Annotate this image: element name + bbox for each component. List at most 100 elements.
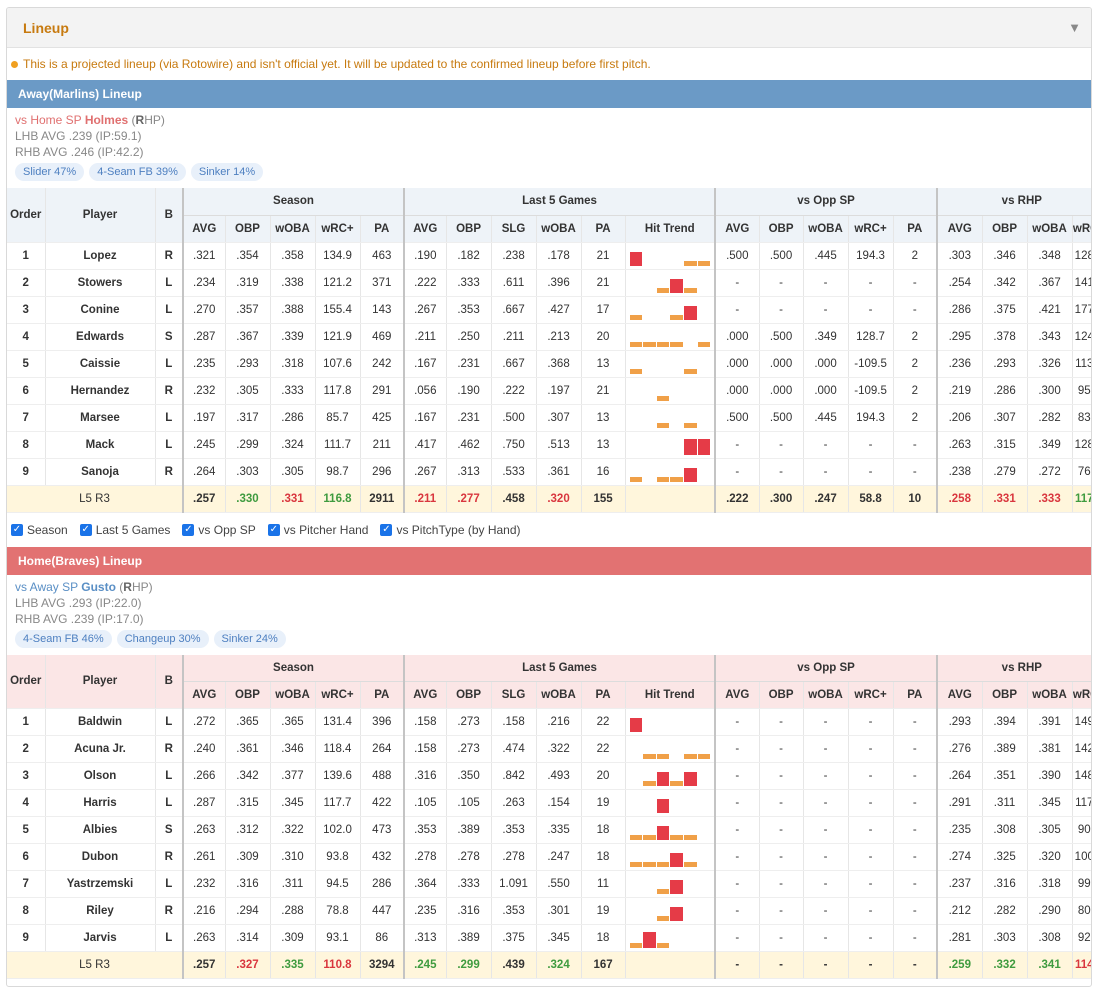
column-toggle-checkbox[interactable]: ✓ vs PitchType (by Hand) [380, 523, 521, 537]
triangle-down-icon[interactable]: ▼ [1068, 20, 1081, 35]
player-name[interactable]: Sanoja [45, 458, 156, 486]
player-row[interactable]: 6 Dubon R .261.309.310 93.8 432.278.278.278.2… [7, 843, 1091, 871]
player-name[interactable]: Caissie [45, 350, 156, 378]
player-name[interactable]: Lopez [45, 242, 156, 270]
vs-opp-sp-stat: - [759, 735, 804, 763]
player-row[interactable]: 3 Conine L .270.357.388 155.4 143.267.353.667… [7, 296, 1091, 324]
vs-rhp-stat: 95.3 [1072, 377, 1091, 405]
hit-trend-chart [625, 296, 716, 324]
last5-stat: 18 [581, 816, 626, 844]
last5-stat: 21 [581, 377, 626, 405]
player-row[interactable]: 3 Olson L .266.342.377 139.6 488.316.350.842.… [7, 762, 1091, 790]
player-row[interactable]: 9 Jarvis L .263.314.309 93.1 86.313.389.375.3… [7, 924, 1091, 952]
season-stat: 396 [360, 708, 405, 736]
last5-stat: .231 [446, 350, 492, 378]
last5-stat: .316 [446, 897, 492, 925]
vs-opp-sp-stat: - [759, 789, 804, 817]
player-name[interactable]: Marsee [45, 404, 156, 432]
vs-opp-sp-stat: 2 [893, 350, 938, 378]
hittrend-column-header: Hit Trend [625, 215, 716, 243]
hit-trend-chart [625, 735, 716, 763]
home-lineup-table: Order Player B Season Last 5 Games vs Opp SP v… [7, 654, 1091, 979]
player-row[interactable]: 1 Baldwin L .272.365.365 131.4 396.158.273.15… [7, 708, 1091, 736]
vs-rhp-stat: .264 [936, 762, 983, 790]
column-toggle-checkbox[interactable]: ✓ Season [11, 523, 68, 537]
player-row[interactable]: 8 Mack L .245.299.324 111.7 211.417.462.750.5… [7, 431, 1091, 459]
checkbox-checked-icon[interactable]: ✓ [380, 523, 393, 536]
season-stat: .333 [270, 377, 316, 405]
pitch-type-pill[interactable]: Slider 47% [15, 163, 85, 181]
player-name[interactable]: Mack [45, 431, 156, 459]
player-name[interactable]: Baldwin [45, 708, 156, 736]
lineup-header[interactable]: Lineup ▼ [7, 8, 1091, 48]
player-row[interactable]: 7 Yastrzemski L .232.316.311 94.5 286.364.333… [7, 870, 1091, 898]
player-row[interactable]: 2 Stowers L .234.319.338 121.2 371.222.333.61… [7, 269, 1091, 297]
vs-opp-sp-stat: .000 [759, 350, 804, 378]
last5-stat: .611 [491, 269, 537, 297]
vs-opp-sp-group-header: vs Opp SP [714, 654, 938, 682]
player-row[interactable]: 2 Acuna Jr. R .240.361.346 118.4 264.158.273.… [7, 735, 1091, 763]
pitch-type-pill[interactable]: Changeup 30% [116, 629, 209, 648]
player-row[interactable]: 4 Harris L .287.315.345 117.7 422.105.105.263… [7, 789, 1091, 817]
season-total: .331 [270, 485, 316, 513]
checkbox-checked-icon[interactable]: ✓ [79, 523, 92, 536]
column-toggle-checkbox[interactable]: ✓ vs Opp SP [182, 523, 256, 537]
player-name[interactable]: Harris [45, 789, 156, 817]
checkbox-checked-icon[interactable]: ✓ [267, 523, 280, 536]
last5-stat: 21 [581, 242, 626, 270]
batting-order: 3 [7, 762, 46, 790]
vs-rhp-stat: .389 [982, 735, 1028, 763]
season-stat: 121.9 [315, 323, 361, 351]
vs-rhp-stat: .300 [1027, 377, 1073, 405]
hit-trend-chart [625, 762, 716, 790]
column-toggle-checkbox[interactable]: ✓ vs Pitcher Hand [267, 523, 368, 537]
away-pitcher-hand: (RHP) [131, 113, 165, 127]
player-name[interactable]: Olson [45, 762, 156, 790]
home-pitcher-name[interactable]: Gusto [81, 580, 116, 594]
pitch-type-pill[interactable]: Sinker 14% [190, 163, 264, 181]
player-name[interactable]: Riley [45, 897, 156, 925]
checkbox-checked-icon[interactable]: ✓ [182, 523, 195, 536]
player-name[interactable]: Conine [45, 296, 156, 324]
season-stat: .264 [182, 458, 226, 486]
player-header: Player [45, 188, 156, 243]
player-row[interactable]: 6 Hernandez R .232.305.333 117.8 291.056.190.… [7, 377, 1091, 405]
hit-trend-total [625, 951, 716, 979]
player-name[interactable]: Jarvis [45, 924, 156, 952]
last5-stat: .178 [536, 242, 582, 270]
player-row[interactable]: 1 Lopez R .321.354.358 134.9 463.190.182.238.… [7, 242, 1091, 270]
last5-stat: 21 [581, 269, 626, 297]
player-row[interactable]: 7 Marsee L .197.317.286 85.7 425.167.231.500.… [7, 404, 1091, 432]
player-name[interactable]: Dubon [45, 843, 156, 871]
hit-trend-bar [656, 754, 670, 759]
pitch-type-pill[interactable]: 4-Seam FB 46% [15, 629, 112, 648]
hit-trend-bar [643, 835, 656, 840]
hit-trend-bar [629, 718, 643, 732]
avg-column-header: AVG [936, 215, 983, 243]
pitch-type-pill[interactable]: 4-Seam FB 39% [89, 163, 186, 181]
season-stat: 473 [360, 816, 405, 844]
bats-hand: L [155, 762, 184, 790]
season-stat: 121.2 [315, 269, 361, 297]
season-stat: .310 [270, 843, 316, 871]
player-name[interactable]: Hernandez [45, 377, 156, 405]
player-row[interactable]: 4 Edwards S .287.367.339 121.9 469.211.250.21… [7, 323, 1091, 351]
pitch-type-pill[interactable]: Sinker 24% [213, 629, 286, 648]
player-name[interactable]: Stowers [45, 269, 156, 297]
season-total: 3294 [360, 951, 405, 979]
player-name[interactable]: Yastrzemski [45, 870, 156, 898]
checkbox-checked-icon[interactable]: ✓ [11, 523, 23, 536]
away-pitcher-name[interactable]: Holmes [85, 113, 128, 127]
player-name[interactable]: Edwards [45, 323, 156, 351]
player-name[interactable]: Acuna Jr. [45, 735, 156, 763]
home-vs-line: vs Away SP Gusto (RHP) [15, 579, 1091, 595]
player-name[interactable]: Albies [45, 816, 156, 844]
away-rhb-avg: RHB AVG .246 (IP:42.2) [15, 145, 144, 159]
column-toggle-checkbox[interactable]: ✓ Last 5 Games [79, 523, 170, 537]
player-row[interactable]: 9 Sanoja R .264.303.305 98.7 296.267.313.533.… [7, 458, 1091, 486]
player-row[interactable]: 8 Riley R .216.294.288 78.8 447.235.316.353.3… [7, 897, 1091, 925]
wrc-column-header: wRC+ [315, 215, 361, 243]
player-row[interactable]: 5 Caissie L .235.293.318 107.6 242.167.231.66… [7, 350, 1091, 378]
home-rhb-avg: RHB AVG .239 (IP:17.0) [15, 611, 144, 626]
player-row[interactable]: 5 Albies S .263.312.322 102.0 473.353.389.353… [7, 816, 1091, 844]
